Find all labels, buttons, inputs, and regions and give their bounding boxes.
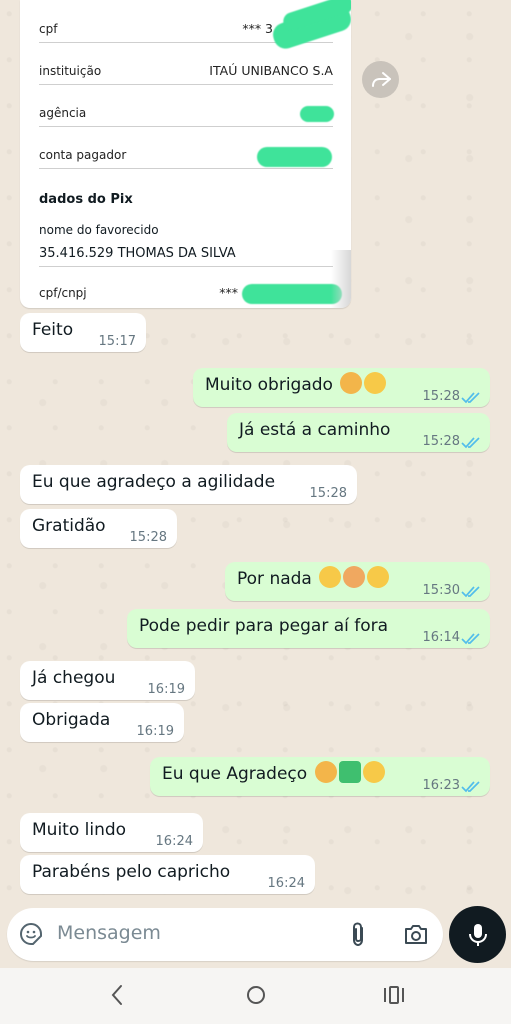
receipt-row-agencia: agência <box>39 84 333 127</box>
message-outgoing[interactable]: Eu que Agradeço 16:23 <box>150 757 490 796</box>
grinning-face-icon <box>319 566 342 588</box>
message-outgoing[interactable]: Já está a caminho 15:28 <box>227 413 490 452</box>
receipt-row-instituicao: instituição ITAÚ UNIBANCO S.A <box>39 42 333 85</box>
message-text: Parabéns pelo capricho <box>32 862 231 882</box>
message-time: 16:19 <box>136 724 174 739</box>
message-incoming[interactable]: Eu que agradeço a agilidade 15:28 <box>20 465 357 504</box>
message-outgoing[interactable]: Pode pedir para pegar aí fora 16:14 <box>127 609 490 648</box>
message-time: 16:19 <box>147 682 185 697</box>
forward-icon <box>371 71 391 87</box>
message-text: Por nada <box>237 569 312 589</box>
message-text: Já chegou <box>32 668 116 688</box>
read-ticks-icon <box>461 781 480 793</box>
message-text: Obrigada <box>32 710 111 730</box>
message-incoming[interactable]: Obrigada 16:19 <box>20 703 184 742</box>
message-time: 15:30 <box>422 583 460 598</box>
sticker-icon[interactable] <box>19 922 43 946</box>
message-incoming[interactable]: Muito lindo 16:24 <box>20 813 203 852</box>
camera-icon[interactable] <box>403 922 429 946</box>
favorecido-value: 35.416.529 THOMAS DA SILVA <box>39 246 236 261</box>
instituicao-label: instituição <box>39 64 102 78</box>
conta-label: conta pagador <box>39 148 127 162</box>
home-icon[interactable] <box>244 982 268 1008</box>
mic-icon <box>468 923 487 946</box>
party-face-icon <box>367 566 390 588</box>
message-text: Gratidão <box>32 516 106 536</box>
message-incoming[interactable]: Gratidão 15:28 <box>20 509 177 548</box>
message-time: 16:24 <box>155 834 193 849</box>
message-time: 16:24 <box>267 876 305 891</box>
message-content: Muito obrigado <box>205 366 387 405</box>
read-ticks-icon <box>461 392 480 404</box>
recent-apps-icon[interactable] <box>382 982 406 1008</box>
read-ticks-icon <box>461 586 480 598</box>
attach-icon[interactable] <box>348 921 368 947</box>
message-text: Pode pedir para pegar aí fora <box>139 616 389 636</box>
cpfcnpj-label: cpf/cnpj <box>39 286 87 300</box>
party-face-icon <box>364 372 387 394</box>
redaction-mark <box>257 147 332 167</box>
message-text: Feito <box>32 320 74 340</box>
message-time: 15:28 <box>422 389 460 404</box>
message-time: 15:28 <box>309 486 347 501</box>
message-time: 15:17 <box>98 334 136 349</box>
message-text: Já está a caminho <box>239 420 391 440</box>
message-text: Eu que Agradeço <box>162 764 308 784</box>
cpf-value: *** 3 <box>242 21 273 36</box>
message-time: 16:14 <box>422 630 460 645</box>
message-incoming[interactable]: Parabéns pelo capricho 16:24 <box>20 855 315 894</box>
message-content: Eu que Agradeço <box>162 755 385 794</box>
message-outgoing[interactable]: Por nada 15:30 <box>225 562 490 601</box>
pix-receipt-image[interactable]: cpf *** 3 instituição ITAÚ UNIBANCO S.A … <box>20 0 351 308</box>
redaction-mark <box>242 284 342 304</box>
praying-hands-icon <box>314 761 337 783</box>
praying-hands-icon <box>340 372 363 394</box>
agencia-label: agência <box>39 106 87 120</box>
back-icon[interactable] <box>108 982 126 1008</box>
image-edge <box>331 250 351 308</box>
message-time: 15:28 <box>422 434 460 449</box>
message-composer[interactable]: Mensagem <box>7 908 443 961</box>
message-input[interactable]: Mensagem <box>57 922 161 944</box>
message-incoming[interactable]: Feito 15:17 <box>20 313 146 352</box>
message-text: Muito obrigado <box>205 375 333 395</box>
handshake-icon <box>343 566 366 588</box>
redaction-mark <box>300 106 334 122</box>
read-ticks-icon <box>461 437 480 449</box>
cpf-label: cpf <box>39 22 58 36</box>
message-content: Por nada <box>237 560 390 599</box>
forward-button[interactable] <box>362 61 399 98</box>
message-outgoing[interactable]: Muito obrigado 15:28 <box>193 368 490 407</box>
pix-section-title: dados do Pix <box>39 192 133 207</box>
instituicao-value: ITAÚ UNIBANCO S.A <box>209 63 333 78</box>
voice-record-button[interactable] <box>449 906 506 963</box>
message-incoming[interactable]: Já chegou 16:19 <box>20 661 195 700</box>
cpfcnpj-value: *** <box>219 285 238 300</box>
message-time: 16:23 <box>422 778 460 793</box>
system-navigation-bar <box>0 968 511 1024</box>
check-mark-button-icon <box>338 761 361 783</box>
message-time: 15:28 <box>129 530 167 545</box>
read-ticks-icon <box>461 633 480 645</box>
smiling-face-icon <box>362 761 385 783</box>
message-text: Eu que agradeço a agilidade <box>32 472 276 492</box>
message-text: Muito lindo <box>32 820 127 840</box>
favorecido-label: nome do favorecido <box>39 223 159 237</box>
